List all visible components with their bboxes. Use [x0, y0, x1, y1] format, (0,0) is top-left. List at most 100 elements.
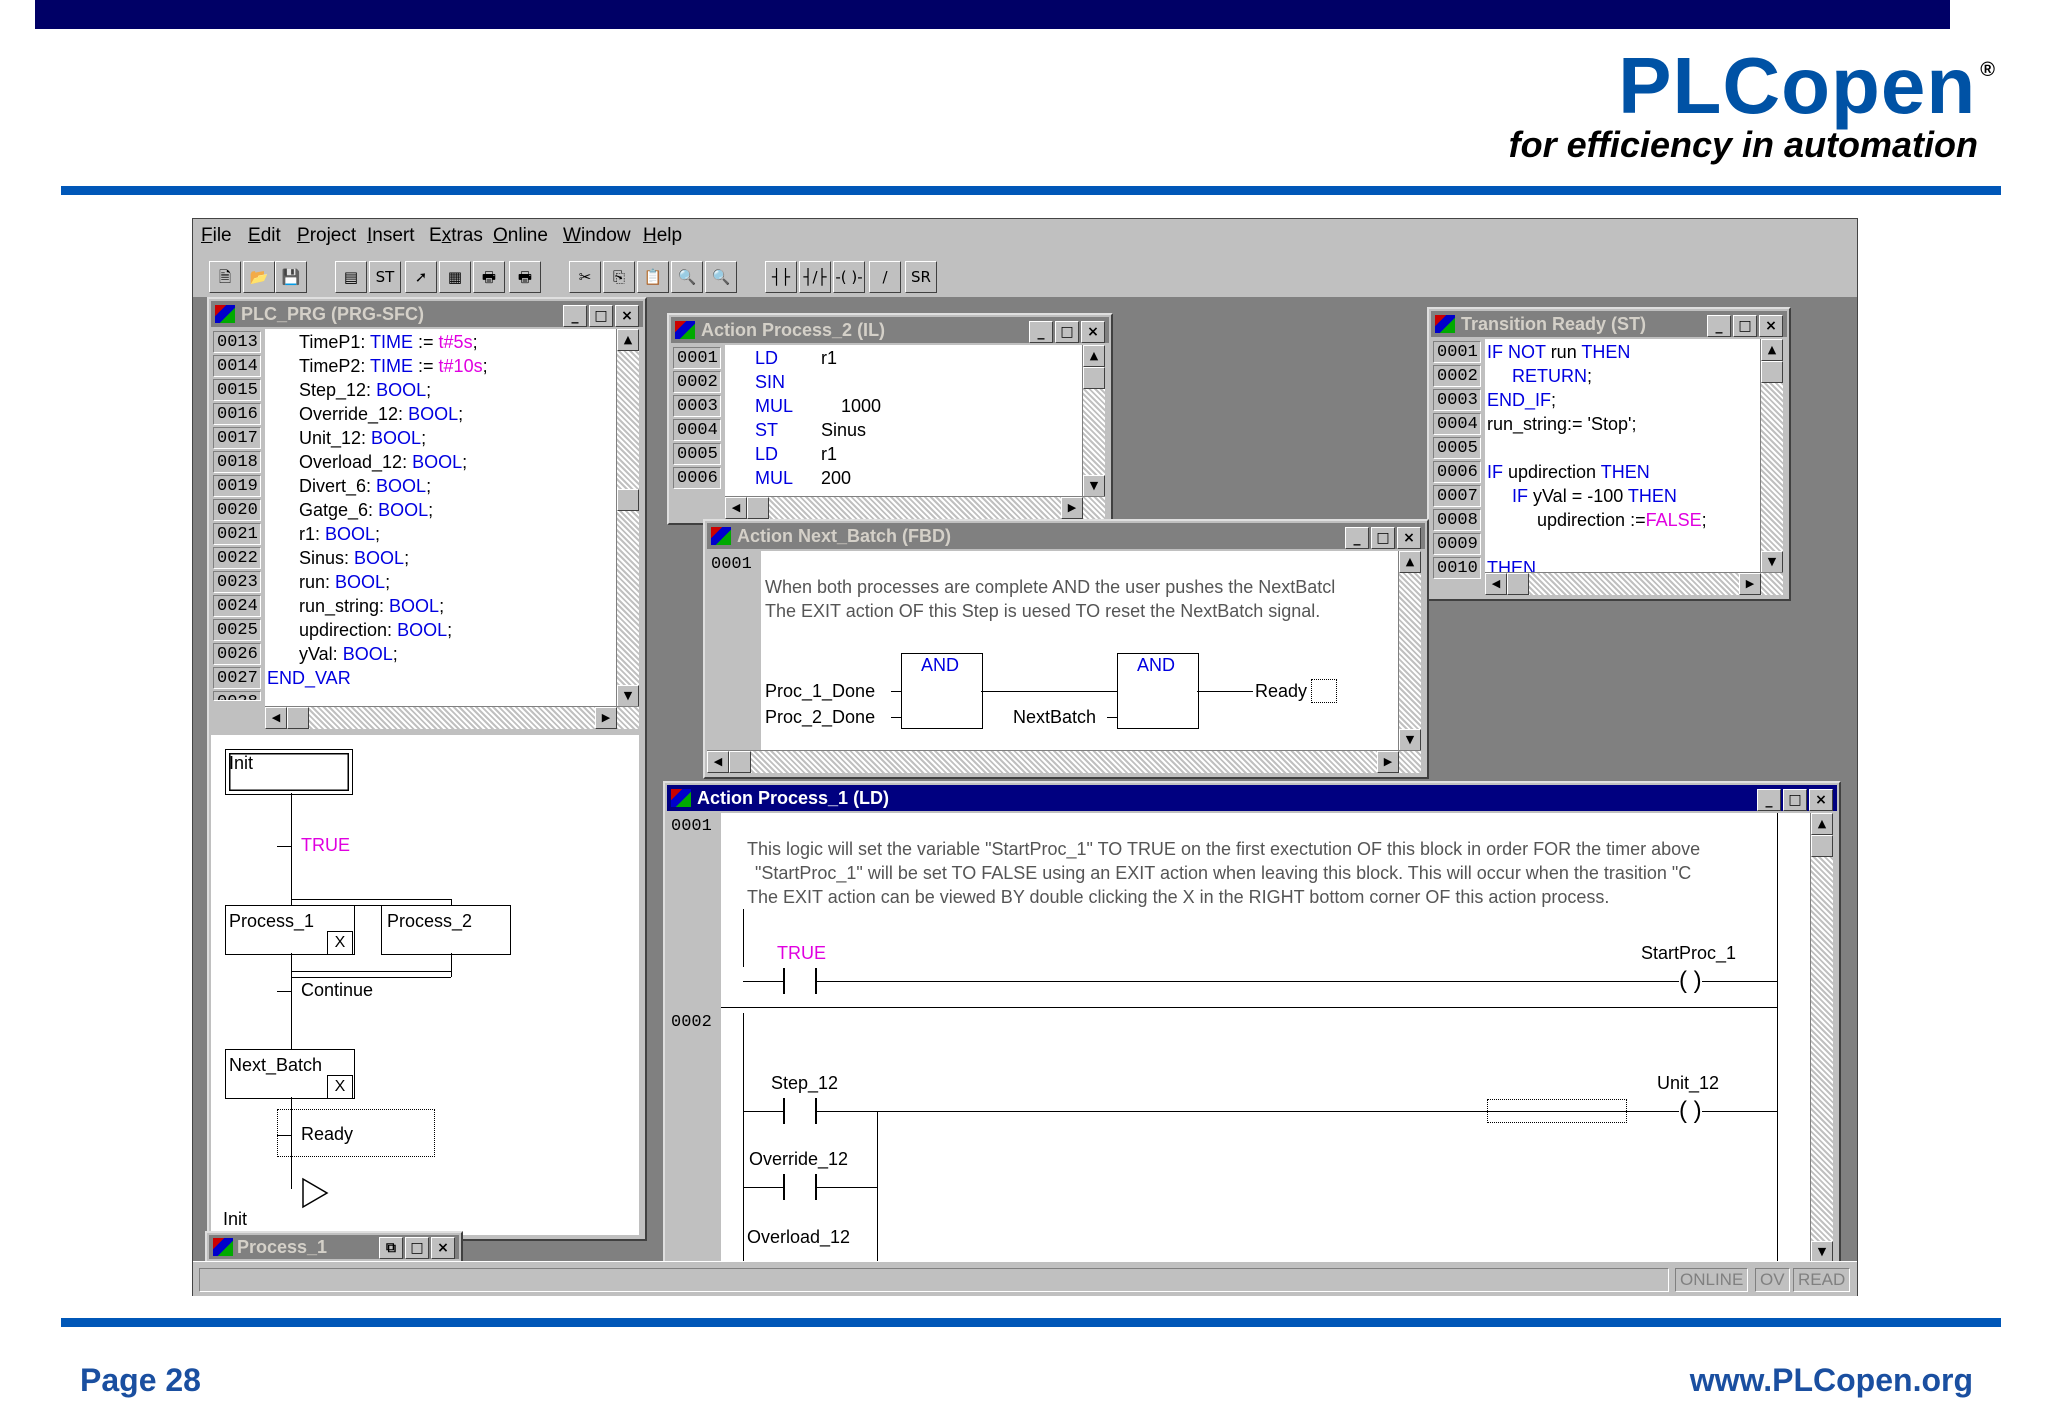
- scroll-thumb[interactable]: [747, 497, 769, 519]
- close-button[interactable]: ×: [615, 305, 639, 327]
- new-icon[interactable]: 🗎: [209, 261, 241, 293]
- menu-extras[interactable]: Extras: [429, 225, 483, 247]
- menu-window[interactable]: Window: [563, 225, 631, 247]
- il-operator[interactable]: ST: [755, 418, 778, 442]
- menu-project[interactable]: Project: [297, 225, 356, 247]
- print-icon[interactable]: 🖶: [473, 261, 505, 293]
- declaration-line[interactable]: Overload_12: BOOL;: [299, 450, 467, 474]
- declaration-editor[interactable]: 0013 TimeP1: TIME := t#5s; 0014 TimeP2: TIM…: [211, 329, 639, 729]
- il-editor[interactable]: 0001 LD r1 0002 SIN 0003 MUL 1000 0004 ST Sinus 00…: [671, 345, 1105, 519]
- scroll-left-arrow-icon[interactable]: ◀: [725, 497, 747, 519]
- stop-icon[interactable]: ST: [369, 261, 401, 293]
- copy-icon[interactable]: ⎘: [603, 261, 635, 293]
- process1-minimized-window[interactable]: Process_1 ⧉ □ ×: [205, 1231, 463, 1263]
- step-icon[interactable]: ▦: [439, 261, 471, 293]
- il-hscrollbar[interactable]: ◀ ▶: [725, 496, 1105, 519]
- ld-contact-step12[interactable]: [783, 1098, 817, 1124]
- declaration-line[interactable]: Override_12: BOOL;: [299, 402, 463, 426]
- fbd-input-proc2-done[interactable]: Proc_2_Done: [765, 707, 875, 728]
- st-code-line[interactable]: IF NOT run THEN: [1487, 340, 1630, 364]
- save-icon[interactable]: 💾: [275, 261, 307, 293]
- scroll-right-arrow-icon[interactable]: ▶: [1061, 497, 1083, 519]
- fbd-output-ready[interactable]: Ready: [1255, 681, 1307, 702]
- build-icon[interactable]: ▤: [335, 261, 367, 293]
- menu-edit[interactable]: Edit: [248, 225, 281, 247]
- sfc-transition-continue[interactable]: Continue: [301, 980, 373, 1001]
- fbd-vscrollbar[interactable]: ▲ ▼: [1398, 551, 1421, 751]
- restore-button[interactable]: ⧉: [379, 1237, 403, 1259]
- il-operand[interactable]: r1: [821, 346, 837, 370]
- maximize-button[interactable]: □: [405, 1237, 429, 1259]
- maximize-button[interactable]: □: [1783, 789, 1807, 811]
- declaration-line[interactable]: run: BOOL;: [299, 570, 390, 594]
- declaration-line[interactable]: Sinus: BOOL;: [299, 546, 409, 570]
- sfc-transition-true[interactable]: TRUE: [301, 835, 350, 856]
- process2-titlebar[interactable]: Action Process_2 (IL) _ □ ×: [671, 317, 1109, 343]
- scroll-right-arrow-icon[interactable]: ▶: [1739, 573, 1761, 595]
- next-batch-fbd-window[interactable]: Action Next_Batch (FBD) _ □ × 0001 When …: [703, 519, 1429, 779]
- scroll-left-arrow-icon[interactable]: ◀: [707, 751, 729, 773]
- declaration-line[interactable]: Step_12: BOOL;: [299, 378, 431, 402]
- scroll-down-arrow-icon[interactable]: ▼: [1399, 729, 1421, 751]
- next-batch-titlebar[interactable]: Action Next_Batch (FBD) _ □ ×: [707, 523, 1425, 549]
- scroll-down-arrow-icon[interactable]: ▼: [1811, 1241, 1833, 1263]
- maximize-button[interactable]: □: [1055, 321, 1079, 343]
- set-reset-icon[interactable]: SR: [905, 261, 937, 293]
- scroll-up-arrow-icon[interactable]: ▲: [617, 329, 639, 351]
- il-operand[interactable]: Sinus: [821, 418, 866, 442]
- scroll-thumb[interactable]: [1811, 835, 1833, 857]
- action-exit-marker[interactable]: X: [327, 1075, 353, 1099]
- close-button[interactable]: ×: [1809, 789, 1833, 811]
- declaration-line[interactable]: run_string: BOOL;: [299, 594, 444, 618]
- declaration-line[interactable]: r1: BOOL;: [299, 522, 380, 546]
- maximize-button[interactable]: □: [1733, 315, 1757, 337]
- st-code-line[interactable]: run_string:= 'Stop';: [1487, 412, 1636, 436]
- scroll-thumb[interactable]: [729, 751, 751, 773]
- st-code-line[interactable]: updirection :=FALSE;: [1487, 508, 1707, 532]
- il-operand[interactable]: 1000: [821, 394, 881, 418]
- declaration-vscrollbar[interactable]: ▲ ▼: [616, 329, 639, 707]
- il-operand[interactable]: 200: [821, 466, 851, 490]
- declaration-line[interactable]: END_VAR: [267, 666, 351, 690]
- scroll-left-arrow-icon[interactable]: ◀: [1485, 573, 1507, 595]
- declaration-hscrollbar[interactable]: ◀ ▶: [265, 706, 639, 729]
- st-code-line[interactable]: IF updirection THEN: [1487, 460, 1650, 484]
- menu-help[interactable]: Help: [643, 225, 682, 247]
- sfc-editor[interactable]: Init TRUE Process_1 X Process_2 Continue…: [211, 735, 639, 1235]
- fbd-hscrollbar[interactable]: ◀ ▶: [707, 750, 1421, 773]
- process1-ld-window[interactable]: Action Process_1 (LD) _ □ × 0001 This lo…: [663, 781, 1841, 1265]
- st-code-line[interactable]: IF yVal = -100 THEN: [1487, 484, 1677, 508]
- scroll-left-arrow-icon[interactable]: ◀: [265, 707, 287, 729]
- coil-icon[interactable]: -( )-: [833, 261, 865, 293]
- ld-coil-startproc[interactable]: ( ): [1679, 967, 1702, 995]
- negated-contact-icon[interactable]: ┤/├: [799, 261, 831, 293]
- declaration-line[interactable]: TimeP2: TIME := t#10s;: [299, 354, 488, 378]
- scroll-up-arrow-icon[interactable]: ▲: [1811, 813, 1833, 835]
- fbd-editor[interactable]: 0001 When both processes are complete AN…: [707, 551, 1421, 773]
- minimize-button[interactable]: _: [1707, 315, 1731, 337]
- il-operator[interactable]: MUL: [755, 466, 793, 490]
- minimize-button[interactable]: _: [1757, 789, 1781, 811]
- minimize-button[interactable]: _: [1345, 527, 1369, 549]
- maximize-button[interactable]: □: [589, 305, 613, 327]
- minimize-button[interactable]: _: [1029, 321, 1053, 343]
- process1-titlebar[interactable]: Action Process_1 (LD) _ □ ×: [667, 785, 1837, 811]
- close-button[interactable]: ×: [431, 1237, 455, 1259]
- declaration-line[interactable]: Divert_6: BOOL;: [299, 474, 431, 498]
- ld-coil-unit12[interactable]: ( ): [1679, 1097, 1702, 1125]
- scroll-right-arrow-icon[interactable]: ▶: [595, 707, 617, 729]
- cut-icon[interactable]: ✂: [569, 261, 601, 293]
- scroll-thumb[interactable]: [617, 489, 639, 511]
- il-operator[interactable]: LD: [755, 346, 778, 370]
- st-code-line[interactable]: RETURN;: [1487, 364, 1592, 388]
- ld-contact-override12[interactable]: [783, 1174, 817, 1200]
- open-icon[interactable]: 📂: [243, 261, 275, 293]
- il-operand[interactable]: r1: [821, 442, 837, 466]
- st-editor[interactable]: 0001 IF NOT run THEN 0002 RETURN; 0003 END_I…: [1431, 339, 1783, 595]
- close-button[interactable]: ×: [1759, 315, 1783, 337]
- il-operator[interactable]: MUL: [755, 394, 793, 418]
- maximize-button[interactable]: □: [1371, 527, 1395, 549]
- scroll-up-arrow-icon[interactable]: ▲: [1399, 551, 1421, 573]
- ld-selection-box[interactable]: [1487, 1099, 1627, 1123]
- scroll-down-arrow-icon[interactable]: ▼: [1083, 475, 1105, 497]
